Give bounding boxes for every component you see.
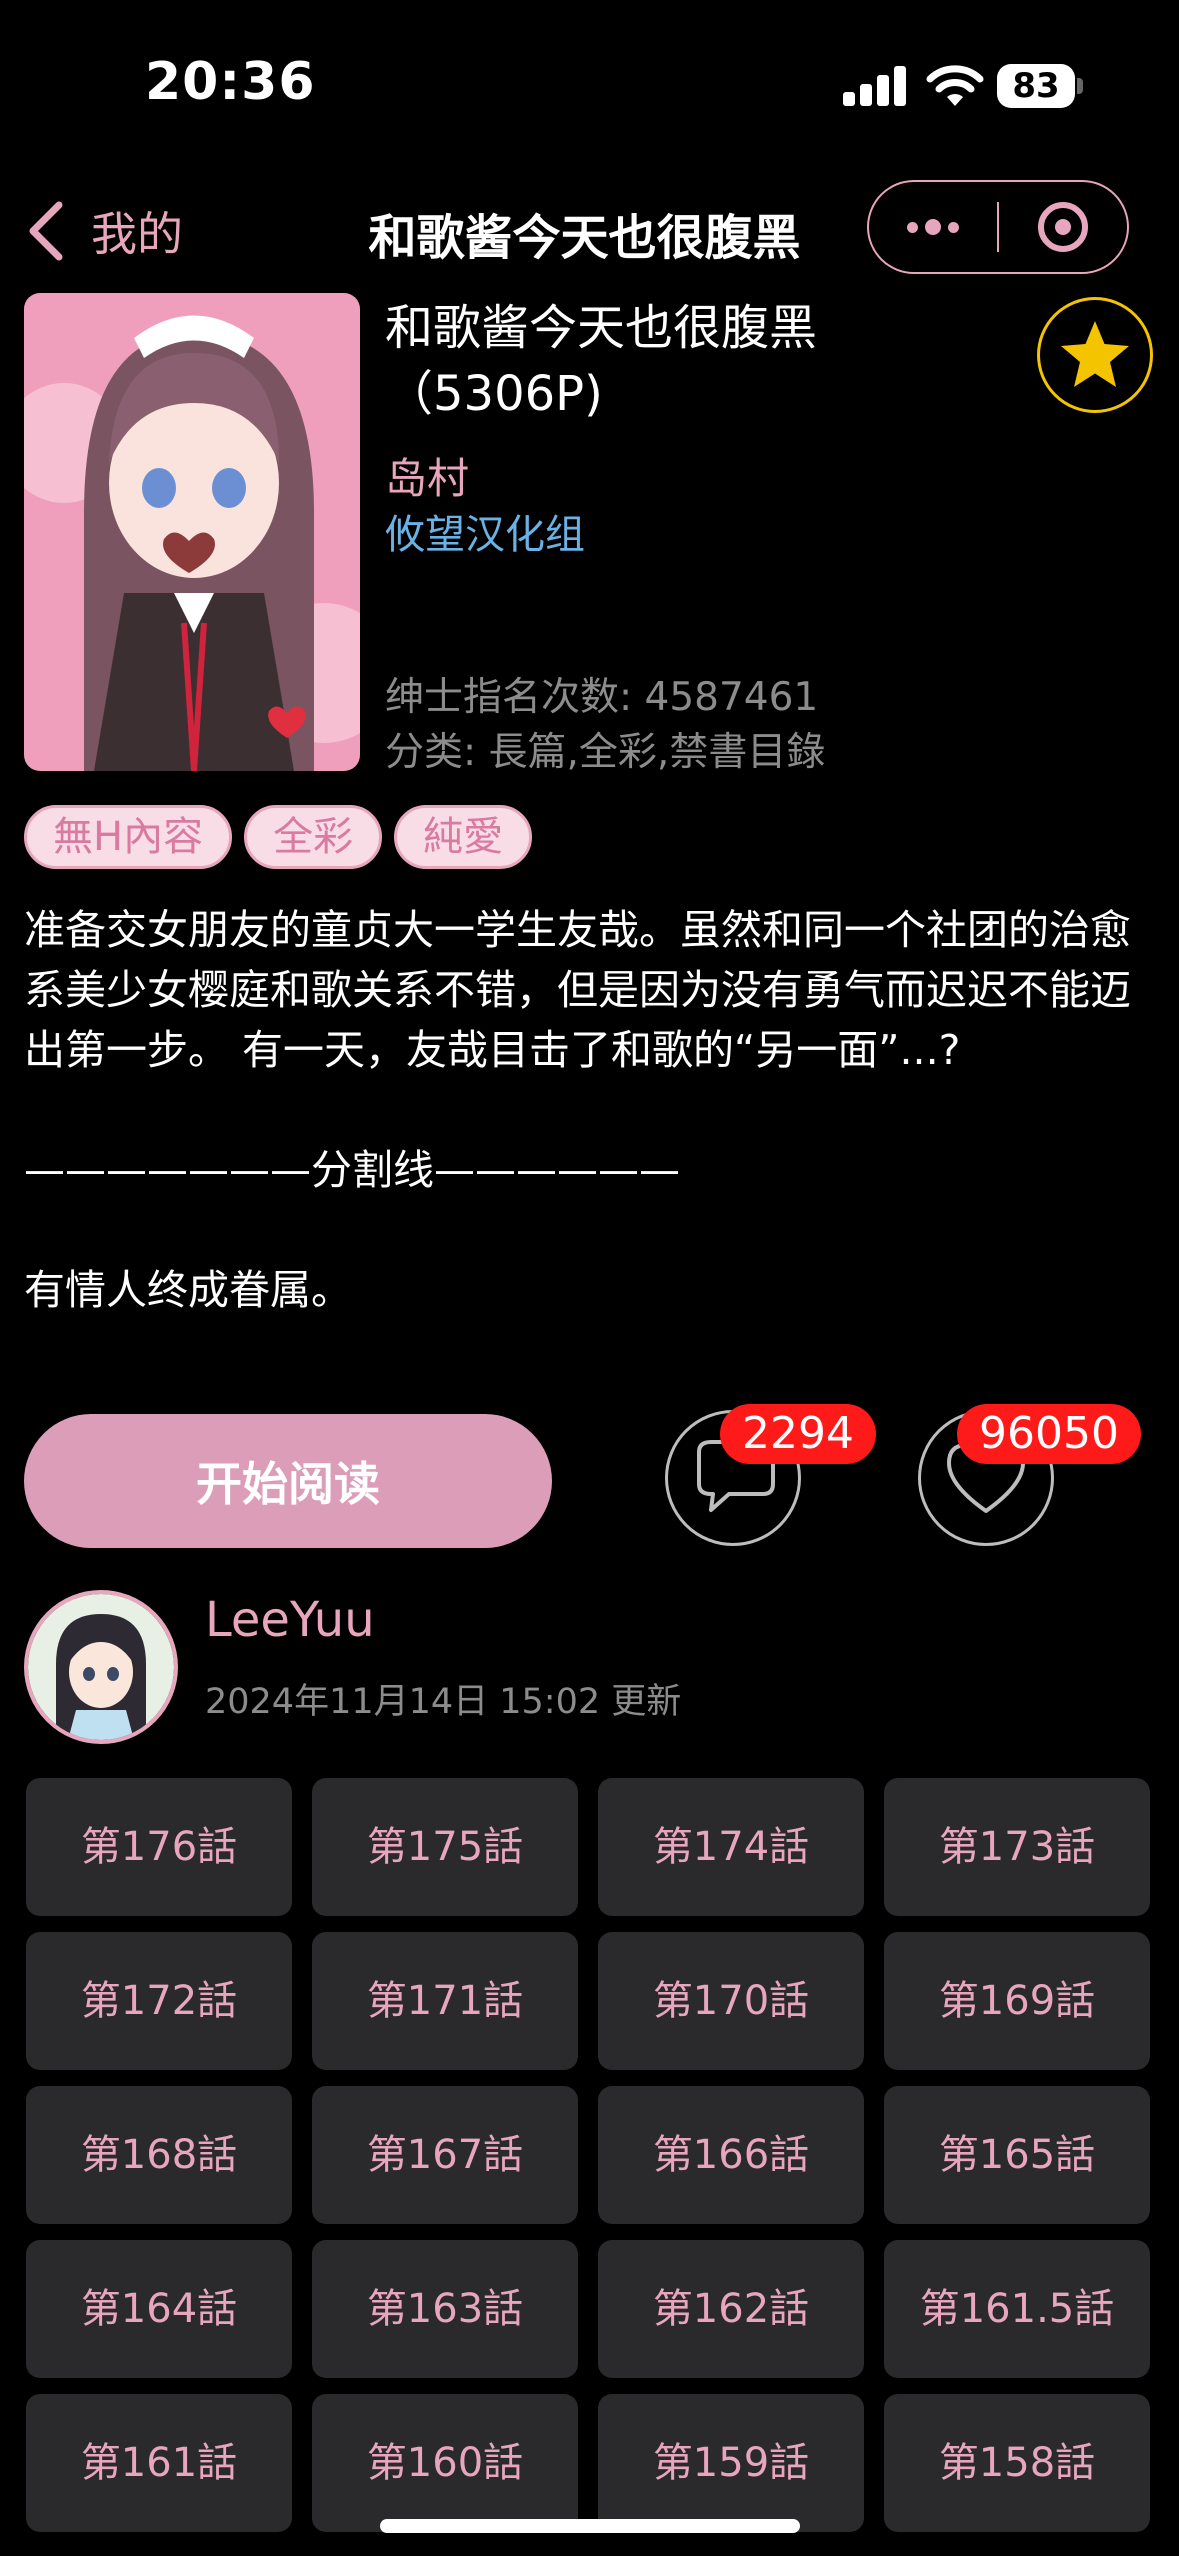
nav-bar: 我的 和歌酱今天也很腹黑: [0, 170, 1179, 290]
comment-count-badge: 2294: [720, 1404, 876, 1464]
battery-indicator: 83: [997, 64, 1075, 108]
status-time: 20:36: [145, 52, 316, 112]
chapter-item[interactable]: 第163話: [312, 2240, 578, 2378]
chapter-item[interactable]: 第160話: [312, 2394, 578, 2532]
chapter-item[interactable]: 第174話: [598, 1778, 864, 1916]
translation-group-link[interactable]: 攸望汉化组: [385, 502, 585, 560]
back-label: 我的: [91, 207, 183, 261]
chapter-item[interactable]: 第159話: [598, 2394, 864, 2532]
chapter-item[interactable]: 第171話: [312, 1932, 578, 2070]
category-text: 分类: 長篇,全彩,禁書目錄: [385, 730, 826, 775]
start-reading-button[interactable]: 开始阅读: [24, 1414, 552, 1548]
chapter-item[interactable]: 第162話: [598, 2240, 864, 2378]
comic-description: 准备交女朋友的童贞大一学生友哉。虽然和同一个社团的治愈系美少女樱庭和歌关系不错，…: [24, 906, 1131, 1314]
back-button[interactable]: 我的: [25, 198, 183, 264]
tag-item[interactable]: 全彩: [244, 805, 383, 869]
author-link[interactable]: 岛村: [385, 445, 469, 506]
mini-program-capsule: [867, 180, 1129, 274]
chapter-item[interactable]: 第169話: [884, 1932, 1150, 2070]
tag-item[interactable]: 無H內容: [24, 805, 233, 869]
comic-cover-image[interactable]: [24, 293, 360, 771]
chapter-item[interactable]: 第175話: [312, 1778, 578, 1916]
comic-title: 和歌酱今天也很腹黑（5306P): [385, 300, 818, 422]
chapter-item[interactable]: 第176話: [26, 1778, 292, 1916]
chapter-item[interactable]: 第164話: [26, 2240, 292, 2378]
chapter-item[interactable]: 第173話: [884, 1778, 1150, 1916]
chapter-item[interactable]: 第172話: [26, 1932, 292, 2070]
chapter-item[interactable]: 第170話: [598, 1932, 864, 2070]
page-title: 和歌酱今天也很腹黑: [368, 210, 801, 266]
chapter-item[interactable]: 第168話: [26, 2086, 292, 2224]
close-program-button[interactable]: [999, 182, 1127, 272]
like-count-badge: 96050: [957, 1404, 1141, 1464]
signal-icon: [843, 66, 907, 106]
tag-list: 無H內容 全彩 純愛: [24, 805, 533, 869]
chapter-item[interactable]: 第165話: [884, 2086, 1150, 2224]
avatar[interactable]: [24, 1590, 178, 1744]
uploader-name[interactable]: LeeYuu: [205, 1592, 375, 1648]
more-button[interactable]: [869, 182, 997, 272]
chevron-left-icon: [29, 201, 63, 261]
favorite-button[interactable]: [1037, 297, 1153, 413]
star-icon: [1061, 321, 1129, 387]
tag-item[interactable]: 純愛: [394, 805, 533, 869]
battery-tip: [1077, 78, 1083, 94]
update-time: 2024年11月14日 15:02 更新: [205, 1682, 682, 1722]
chapter-item[interactable]: 第158話: [884, 2394, 1150, 2532]
chapter-item[interactable]: 第166話: [598, 2086, 864, 2224]
view-count: 绅士指名次数: 4587461: [385, 675, 819, 720]
status-bar: 20:36 83: [0, 0, 1179, 170]
home-indicator[interactable]: [380, 2519, 800, 2533]
chapter-item[interactable]: 第167話: [312, 2086, 578, 2224]
chapter-item[interactable]: 第161.5話: [884, 2240, 1150, 2378]
chapter-grid: 第176話 第175話 第174話 第173話 第172話 第171話 第170…: [26, 1778, 1152, 2532]
target-icon: [1037, 202, 1088, 252]
chapter-item[interactable]: 第161話: [26, 2394, 292, 2532]
wifi-icon: [926, 65, 984, 106]
